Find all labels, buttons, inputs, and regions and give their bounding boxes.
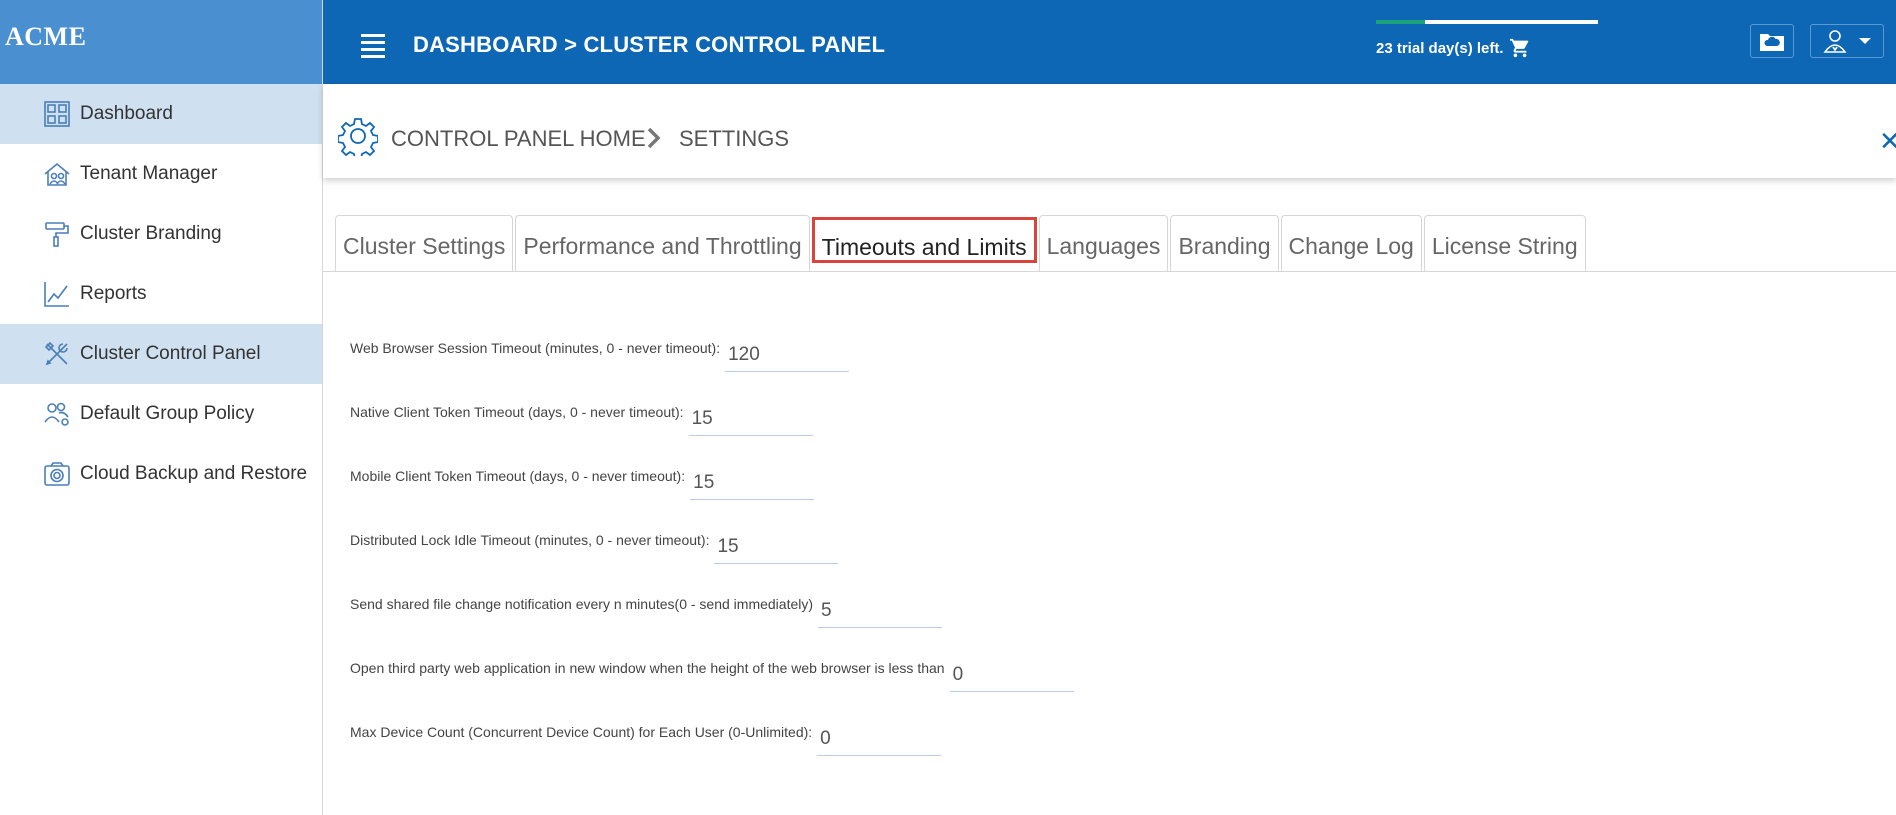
sidebar-item-label: Cloud Backup and Restore (80, 463, 308, 484)
form-row: Web Browser Session Timeout (minutes, 0 … (350, 320, 1074, 384)
breadcrumb-home-link[interactable]: CONTROL PANEL HOME (391, 126, 646, 152)
brand-logo[interactable]: ACME (0, 0, 322, 84)
tab-license-string[interactable]: License String (1423, 215, 1586, 272)
file-change-notification-input[interactable] (818, 594, 943, 628)
tab-languages[interactable]: Languages (1038, 215, 1169, 272)
form-row: Send shared file change notification eve… (350, 576, 1074, 640)
user-menu-button[interactable] (1810, 24, 1884, 58)
sidebar-item-tenant-manager[interactable]: Tenant Manager (0, 144, 322, 204)
form-row: Max Device Count (Concurrent Device Coun… (350, 704, 1074, 768)
sidebar-item-label: Cluster Control Panel (80, 343, 261, 364)
tabs-divider (323, 271, 1896, 272)
sidebar-item-cluster-control-panel[interactable]: Cluster Control Panel (0, 324, 322, 384)
mobile-client-token-label: Mobile Client Token Timeout (days, 0 - n… (350, 468, 686, 484)
chart-icon (42, 279, 72, 309)
trial-days-text: 23 trial day(s) left. (1376, 40, 1504, 57)
sidebar: ACME Dashboard Tenant Manager Cluster Br… (0, 0, 323, 815)
dashboard-icon (42, 99, 72, 129)
sidebar-item-default-group-policy[interactable]: Default Group Policy (0, 384, 322, 444)
lock-idle-timeout-input[interactable] (714, 530, 839, 564)
cloud-folder-button[interactable] (1750, 24, 1794, 58)
sidebar-item-label: Reports (80, 283, 147, 304)
web-session-timeout-label: Web Browser Session Timeout (minutes, 0 … (350, 340, 721, 356)
form-row: Mobile Client Token Timeout (days, 0 - n… (350, 448, 1074, 512)
app-root: ACME Dashboard Tenant Manager Cluster Br… (0, 0, 1896, 815)
sidebar-item-cluster-branding[interactable]: Cluster Branding (0, 204, 322, 264)
timeouts-form: Web Browser Session Timeout (minutes, 0 … (350, 320, 1074, 768)
form-row: Open third party web application in new … (350, 640, 1074, 704)
tab-performance-throttling[interactable]: Performance and Throttling (515, 215, 810, 272)
sidebar-item-label: Dashboard (80, 103, 173, 124)
user-icon (1823, 30, 1847, 53)
close-icon[interactable]: ✕ (1879, 128, 1896, 154)
sidebar-item-label: Tenant Manager (80, 163, 218, 184)
page-title: DASHBOARD > CLUSTER CONTROL PANEL (413, 32, 886, 57)
tools-icon (42, 339, 72, 369)
tab-branding[interactable]: Branding (1170, 215, 1279, 272)
sidebar-item-reports[interactable]: Reports (0, 264, 322, 324)
paint-roller-icon (42, 219, 72, 249)
chevron-right-icon (647, 127, 661, 149)
tab-timeouts-limits[interactable]: Timeouts and Limits (811, 217, 1037, 263)
chevron-down-icon (1859, 38, 1871, 44)
tab-change-log[interactable]: Change Log (1280, 215, 1422, 272)
trial-progress-bar (1376, 20, 1598, 24)
sidebar-item-label: Default Group Policy (80, 403, 255, 424)
cart-icon[interactable] (1509, 37, 1531, 59)
breadcrumb: CONTROL PANEL HOME SETTINGS ✕ (323, 84, 1896, 178)
web-session-timeout-input[interactable] (725, 338, 850, 372)
tab-cluster-settings[interactable]: Cluster Settings (335, 215, 514, 272)
lock-idle-timeout-label: Distributed Lock Idle Timeout (minutes, … (350, 532, 710, 548)
sidebar-item-label: Cluster Branding (80, 223, 222, 244)
form-row: Distributed Lock Idle Timeout (minutes, … (350, 512, 1074, 576)
settings-tabs: Cluster Settings Performance and Throttl… (335, 215, 1588, 272)
native-client-token-label: Native Client Token Timeout (days, 0 - n… (350, 404, 684, 420)
native-client-token-input[interactable] (688, 402, 813, 436)
sidebar-item-dashboard[interactable]: Dashboard (0, 84, 322, 144)
sidebar-item-cloud-backup[interactable]: Cloud Backup and Restore (0, 444, 322, 504)
third-party-window-input[interactable] (949, 658, 1074, 692)
file-change-notification-label: Send shared file change notification eve… (350, 596, 814, 612)
third-party-window-label: Open third party web application in new … (350, 660, 945, 676)
tenant-icon (42, 159, 72, 189)
cloud-folder-icon (1760, 34, 1784, 51)
mobile-client-token-input[interactable] (690, 466, 815, 500)
menu-icon[interactable] (361, 34, 385, 58)
gear-icon (338, 118, 378, 156)
form-row: Native Client Token Timeout (days, 0 - n… (350, 384, 1074, 448)
max-device-count-label: Max Device Count (Concurrent Device Coun… (350, 724, 813, 740)
camera-icon (42, 459, 72, 489)
users-gear-icon (42, 399, 72, 429)
breadcrumb-current: SETTINGS (679, 126, 790, 151)
max-device-count-input[interactable] (817, 722, 942, 756)
top-bar: DASHBOARD > CLUSTER CONTROL PANEL 23 tri… (323, 0, 1896, 84)
